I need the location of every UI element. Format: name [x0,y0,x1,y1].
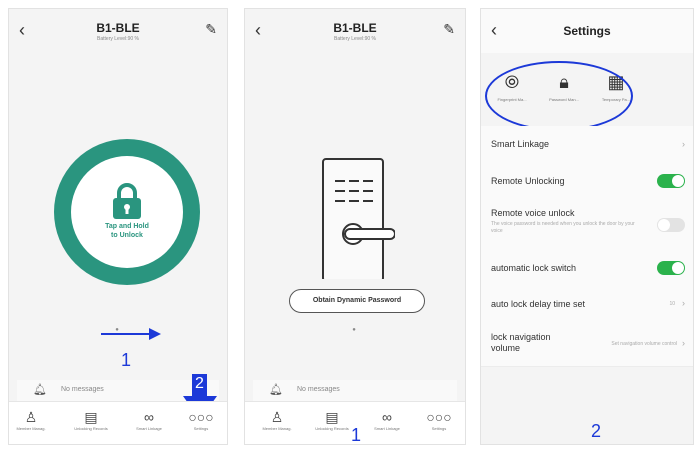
page-indicator: ● [352,327,358,333]
row-remote-unlocking: Remote Unlocking [481,162,693,201]
remote-voice-description: The voice password is needed when you un… [491,221,635,234]
auto-lock-delay-label: auto lock delay time set [491,299,586,309]
person-icon: ♙ [24,409,38,425]
nav-volume-value: Set navigation volume control [611,341,677,347]
swipe-arrow [101,328,161,340]
door-lock-illustration [322,158,395,279]
toggle-knob [672,175,684,187]
automatic-lock-label: automatic lock switch [491,263,577,273]
row-smart-linkage[interactable]: Smart Linkage › [481,126,693,163]
unlock-button-inner: Tap and Hold to Unlock [71,156,183,268]
obtain-dynamic-password-button[interactable]: Obtain Dynamic Password [289,289,425,313]
tab-settings[interactable]: ○○○ Settings [179,408,223,431]
smart-linkage-label: Smart Linkage [491,139,550,149]
messages-text: No messages [297,386,340,393]
row-lock-navigation-volume[interactable]: lock navigation volume Set navigation vo… [481,322,693,367]
device-title: B1-BLE [96,21,140,35]
header: ‹ B1-BLE Battery Level:90 % ✎ [245,9,465,53]
auto-lock-delay-value: 10 [669,301,675,307]
annotation-2-box: 2 [192,374,207,396]
tab-label: Settings [193,426,209,431]
edit-icon[interactable]: ✎ [443,21,455,38]
lock-icon [113,183,141,219]
tab-settings[interactable]: ○○○ Settings [417,408,461,431]
page-title: Settings [563,24,611,38]
nav-volume-label: lock navigation volume [491,332,551,353]
tab-label: Unlocking Records [315,426,349,431]
tab-label: Smart Linkage [374,426,400,431]
messages-text: No messages [61,386,104,393]
dynamic-password-screen: ‹ B1-BLE Battery Level:90 % ✎ Obtain Dyn… [244,8,466,445]
battery-level: Battery Level:90 % [334,36,376,42]
records-icon: ▤ [325,409,339,425]
annotation-1: 1 [121,350,132,370]
toggle-knob [672,262,684,274]
automatic-lock-toggle[interactable] [657,261,685,275]
tab-label: Member Manag. [262,426,292,431]
lock-home-screen: ‹ B1-BLE Battery Level:90 % ✎ Tap and Ho… [8,8,228,445]
tab-member-management[interactable]: ♙ Member Manag. [9,408,53,431]
header: ‹ Settings [481,9,693,53]
device-title: B1-BLE [333,21,377,35]
remote-unlocking-toggle[interactable] [657,174,685,188]
chevron-right-icon: › [682,338,685,348]
messages-row[interactable]: 🔔︎ No messages [253,380,457,402]
records-icon: ▤ [84,409,98,425]
tab-unlocking-records[interactable]: ▤ Unlocking Records [310,408,354,431]
link-icon: ∞ [144,409,154,425]
bell-icon: 🔔︎ [33,384,47,396]
tab-member-management[interactable]: ♙ Member Manag. [255,408,299,431]
bell-icon: 🔔︎ [269,384,283,396]
tab-unlocking-records[interactable]: ▤ Unlocking Records [69,408,113,431]
remote-voice-label: Remote voice unlock [491,208,575,218]
more-icon: ○○○ [188,409,214,425]
unlock-label: Tap and Hold to Unlock [71,222,183,240]
row-automatic-lock: automatic lock switch [481,250,693,287]
header: ‹ B1-BLE Battery Level:90 % ✎ [9,9,227,53]
row-auto-lock-delay[interactable]: auto lock delay time set 10 › [481,286,693,323]
link-icon: ∞ [382,409,392,425]
settings-screen: ‹ Settings ⦾ Fingerprint Ma... 🔒︎ Passwo… [480,8,694,445]
unlock-button[interactable]: Tap and Hold to Unlock [54,139,200,285]
tab-label: Smart Linkage [136,426,162,431]
chevron-right-icon: › [682,139,685,149]
tab-smart-linkage[interactable]: ∞ Smart Linkage [127,408,171,431]
toggle-knob [658,219,670,231]
tab-label: Unlocking Records [74,426,108,431]
unlock-label-line2: to Unlock [111,232,143,239]
unlock-label-line1: Tap and Hold [105,223,149,230]
chevron-right-icon: › [682,298,685,308]
tab-label: Settings [431,426,447,431]
bottom-tab-bar: ♙ Member Manag. ▤ Unlocking Records ∞ Sm… [9,401,227,444]
more-icon: ○○○ [426,409,452,425]
highlight-ellipse [485,61,633,131]
row-remote-voice-unlock: Remote voice unlock The voice password i… [481,200,693,251]
remote-voice-toggle[interactable] [657,218,685,232]
tab-label: Member Manag. [16,426,46,431]
annotation-1: 1 [351,425,362,445]
edit-icon[interactable]: ✎ [205,21,217,38]
person-icon: ♙ [270,409,284,425]
annotation-2: 2 [591,421,602,441]
battery-level: Battery Level:90 % [97,36,139,42]
tab-smart-linkage[interactable]: ∞ Smart Linkage [365,408,409,431]
remote-unlocking-label: Remote Unlocking [491,176,565,186]
